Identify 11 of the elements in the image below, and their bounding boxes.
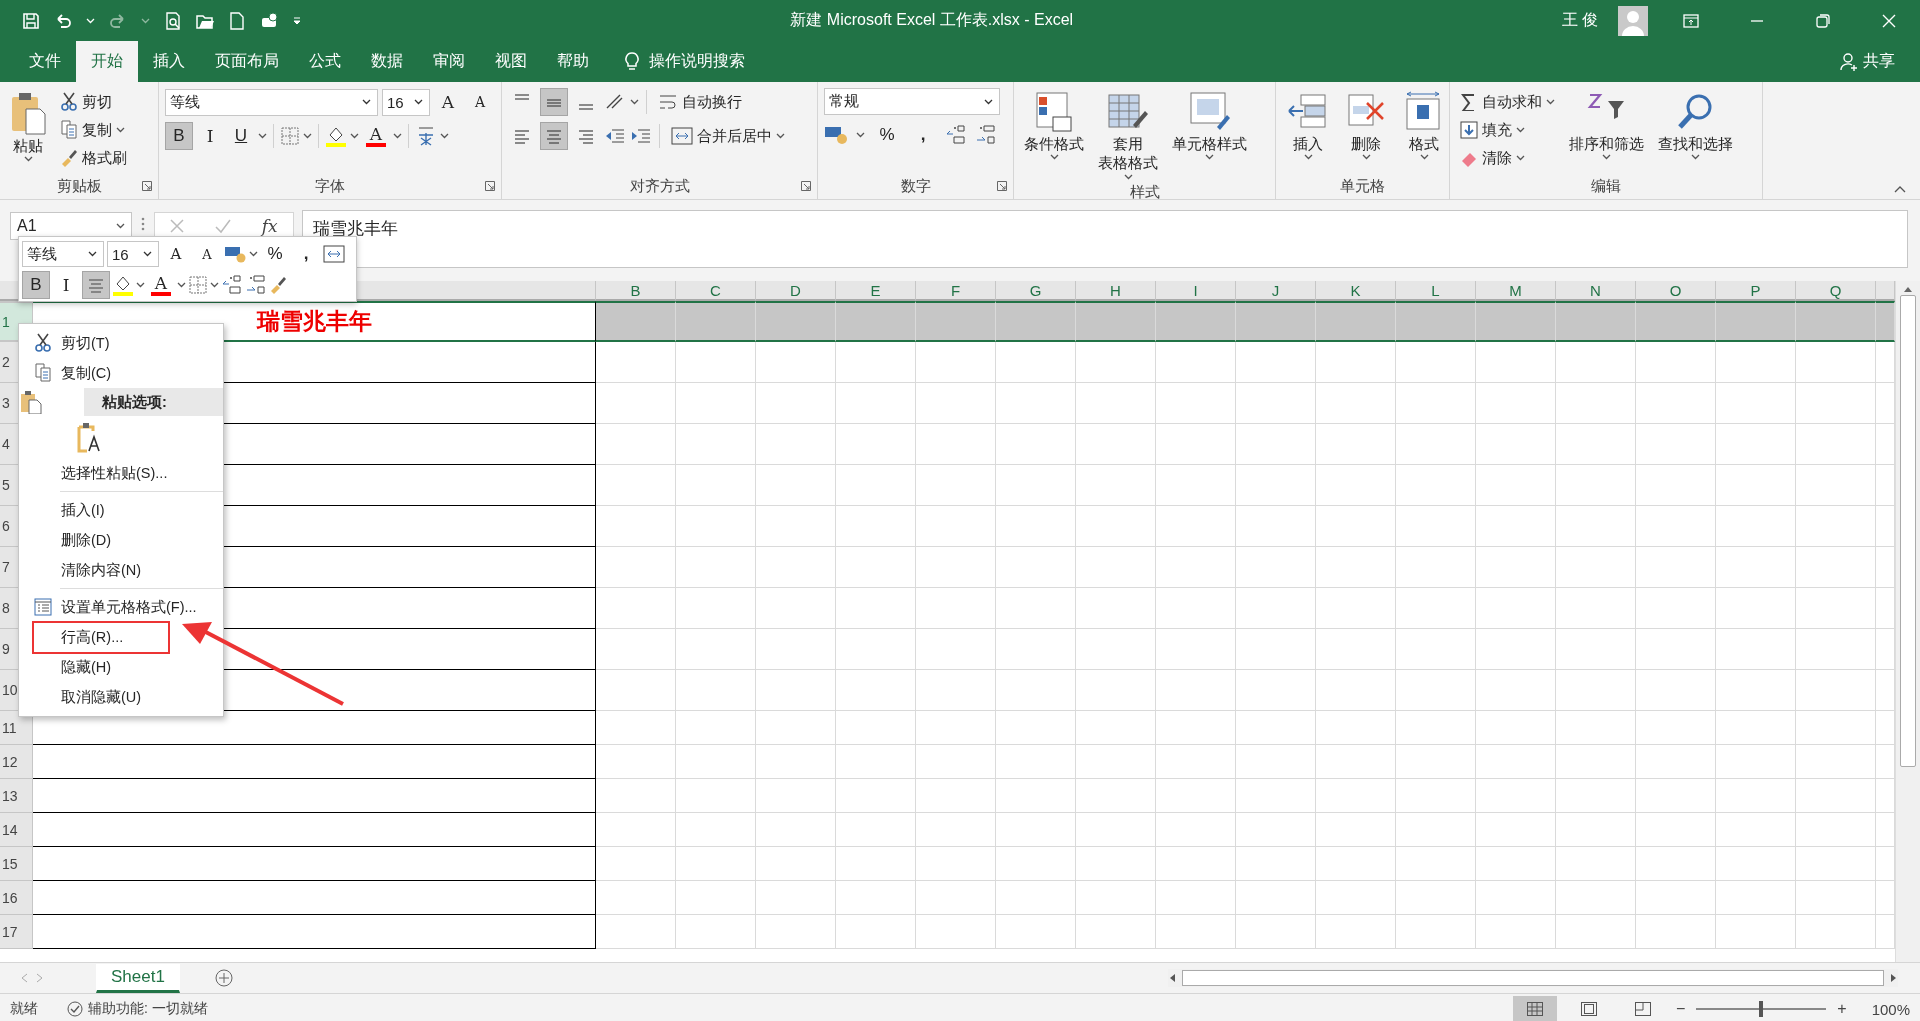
user-name: 王 俊 bbox=[1561, 10, 1598, 30]
group-label: 对齐方式 bbox=[629, 176, 690, 196]
status-text: 就绪 bbox=[10, 1000, 38, 1018]
window-title: 新建 Microsoft Excel 工作表.xlsx - Excel bbox=[789, 10, 1075, 30]
group-label: 单元格 bbox=[1340, 176, 1385, 196]
menu-header: 粘贴选项: bbox=[84, 388, 223, 416]
group-label: 字体 bbox=[315, 176, 345, 196]
group-label: 编辑 bbox=[1591, 176, 1621, 196]
group-label: 样式 bbox=[1129, 182, 1160, 202]
group-label: 数字 bbox=[900, 176, 931, 196]
group-label: 剪贴板 bbox=[56, 176, 102, 196]
